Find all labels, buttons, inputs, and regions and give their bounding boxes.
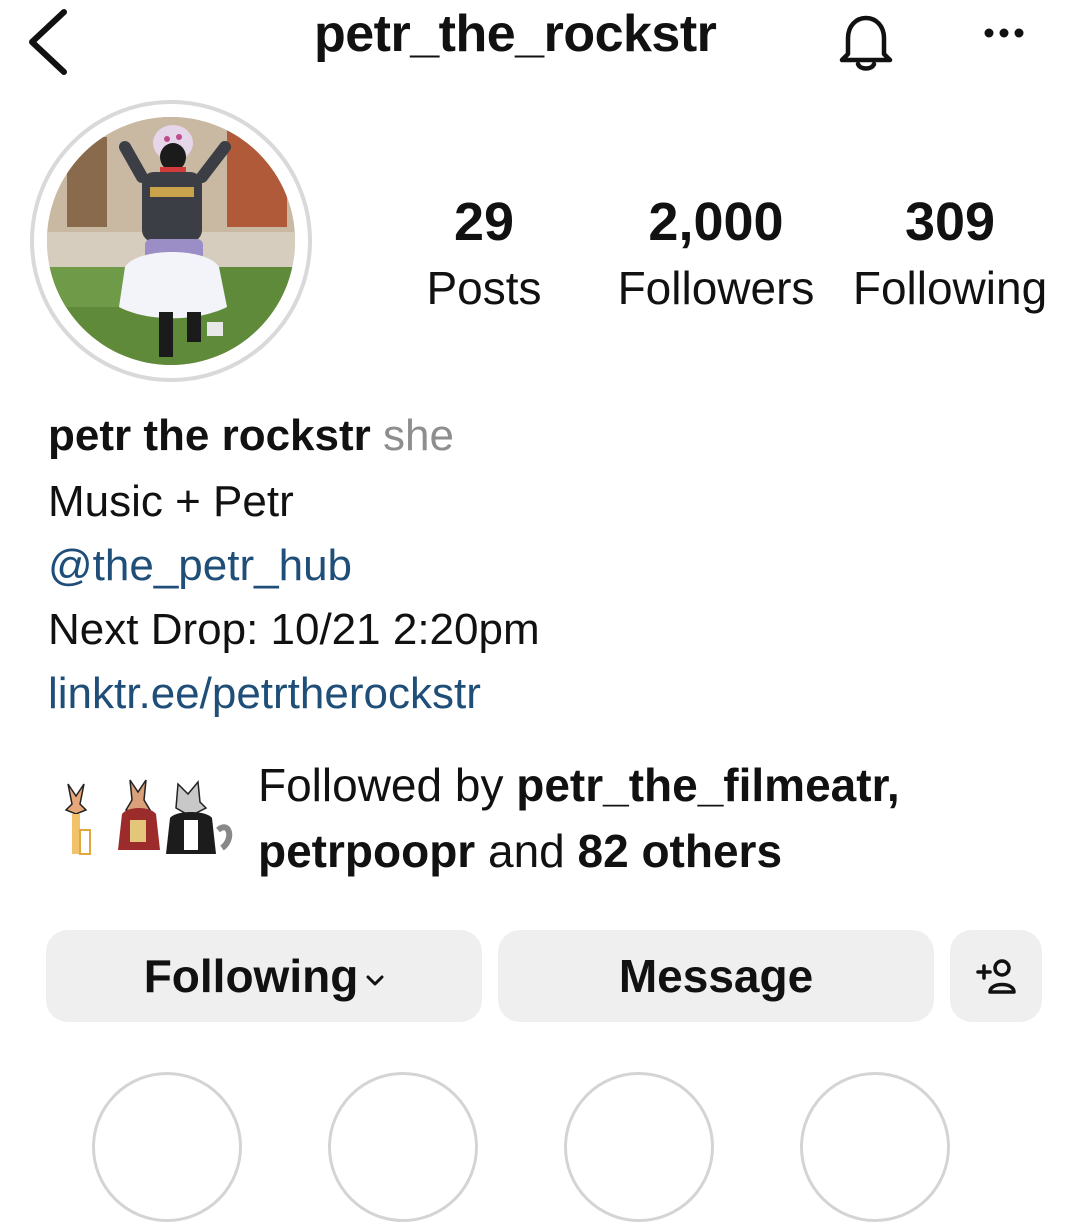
add-user-button[interactable] [950,930,1042,1022]
mutual-avatar-3 [166,780,233,854]
following-count: 309 [904,192,996,252]
avatar[interactable] [47,117,295,365]
message-button[interactable]: Message [498,930,934,1022]
more-options-icon[interactable] [974,18,1034,48]
stat-followers[interactable]: 2,000 Followers [604,192,828,316]
add-person-icon [976,959,1016,994]
mutual-others-count[interactable]: 82 others [578,825,783,877]
stat-posts[interactable]: 29 Posts [404,192,564,316]
followers-count: 2,000 [648,192,784,252]
story-highlight[interactable] [328,1072,478,1222]
followers-label: Followers [617,262,815,314]
posts-count: 29 [453,192,515,252]
bell-icon[interactable] [830,8,902,72]
story-highlight[interactable] [564,1072,714,1222]
avatar-photo [47,117,295,365]
chevron-down-icon [366,975,384,986]
followed-by-text[interactable]: Followed by petr_the_filmeatr, petrpoopr… [258,752,900,884]
mutual-avatar-1 [64,783,91,855]
bio-website-link[interactable]: linktr.ee/petrtherockstr [48,664,481,724]
story-highlight[interactable] [92,1072,242,1222]
followed-by-connector: and [487,825,565,877]
following-button-label: Following [143,950,359,1002]
display-name: petr the rockstr [48,411,371,460]
message-button-label: Message [618,950,814,1002]
profile-username: petr_the_rockstr [314,5,717,63]
mutual-user-2[interactable]: petrpoopr [258,825,475,877]
pronouns: she [383,411,454,460]
mutual-user-1[interactable]: petr_the_filmeatr, [516,759,899,811]
story-highlight[interactable] [800,1072,950,1222]
bio-line-1: Music + Petr [48,477,294,526]
bio-line-3: Next Drop: 10/21 2:20pm [48,605,540,654]
posts-label: Posts [426,262,542,314]
mutual-avatar-2 [118,779,160,850]
stat-following[interactable]: 309 Following [840,192,1060,316]
back-chevron-icon[interactable] [22,6,82,76]
followed-by-prefix: Followed by [258,759,504,811]
followed-by-avatars[interactable] [50,770,240,860]
following-label: Following [852,262,1048,314]
following-button[interactable]: Following [46,930,482,1022]
bio-mention-link[interactable]: @the_petr_hub [48,536,352,596]
bio-name-line: petr the rockstr she [48,406,454,466]
